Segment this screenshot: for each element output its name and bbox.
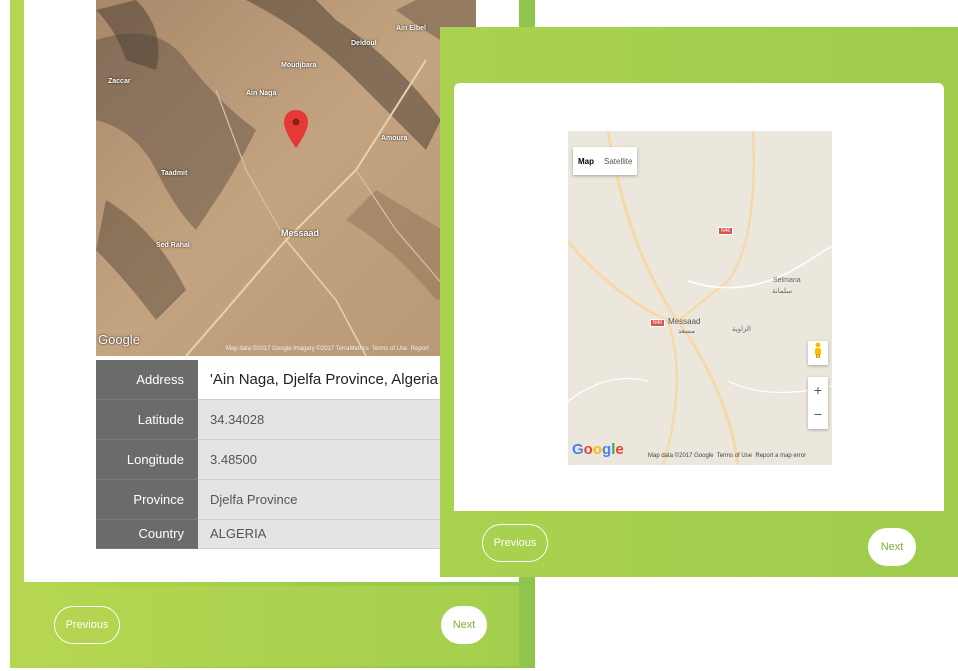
google-logo-road: Google bbox=[572, 441, 624, 458]
longitude-value: 3.48500 bbox=[198, 439, 462, 480]
sat-label-messaad: Messaad bbox=[281, 228, 320, 238]
zoom-in-button[interactable]: + bbox=[808, 377, 828, 403]
zoom-control: + − bbox=[808, 377, 828, 429]
sat-label-deldoul: Deldoul bbox=[351, 40, 377, 47]
google-logo: Google bbox=[98, 332, 140, 347]
road-terms-link[interactable]: Terms of Use bbox=[717, 453, 752, 459]
label-messaad-ar: مسعد bbox=[678, 328, 696, 335]
province-value: Djelfa Province bbox=[198, 479, 462, 520]
sat-label-zaccar: Zaccar bbox=[108, 78, 131, 85]
highway-shield-top: N46 bbox=[718, 227, 734, 235]
satellite-map[interactable]: Messaad Ain Naga Ain Elbel Amoura Taadmi… bbox=[96, 0, 476, 356]
right-panel: Map Satellite N46 N46 Messaad مسعد Selma… bbox=[440, 27, 958, 577]
terms-link[interactable]: Terms of Use bbox=[372, 346, 407, 352]
address-key: Address bbox=[96, 360, 198, 400]
satellite-terrain bbox=[96, 0, 476, 356]
highway-shield-messaad: N46 bbox=[650, 319, 666, 327]
label-messaad: Messaad bbox=[668, 317, 701, 326]
sat-label-ain-naga: Ain Naga bbox=[246, 90, 277, 97]
left-bottom-bar: Previous Next bbox=[24, 586, 519, 666]
table-row: Longitude 3.48500 bbox=[96, 439, 462, 480]
road-report-link[interactable]: Report a map error bbox=[755, 453, 806, 459]
label-zaouia-ar: الزاوية bbox=[732, 326, 751, 333]
sat-label-amoura: Amoura bbox=[381, 135, 408, 142]
zoom-out-button[interactable]: − bbox=[808, 403, 828, 429]
map-type-satellite[interactable]: Satellite bbox=[599, 157, 637, 166]
map-type-control: Map Satellite bbox=[573, 147, 638, 175]
label-selmana-ar: سلمانة bbox=[772, 288, 793, 295]
street-view-pegman[interactable] bbox=[808, 341, 828, 365]
right-panel-content: Map Satellite N46 N46 Messaad مسعد Selma… bbox=[454, 83, 944, 511]
road-map-attribution: Map data ©2017 Google Terms of Use Repor… bbox=[648, 453, 807, 459]
road-map[interactable]: Map Satellite N46 N46 Messaad مسعد Selma… bbox=[568, 131, 832, 465]
label-selmana: Selmana bbox=[773, 277, 801, 284]
pegman-icon bbox=[815, 342, 821, 358]
table-row: Province Djelfa Province bbox=[96, 479, 462, 520]
left-next-button[interactable]: Next bbox=[441, 606, 487, 644]
longitude-key: Longitude bbox=[96, 439, 198, 480]
sat-label-taadmit: Taadmit bbox=[161, 170, 188, 177]
latitude-value: 34.34028 bbox=[198, 399, 462, 440]
table-row: Latitude 34.34028 bbox=[96, 399, 462, 440]
right-previous-button[interactable]: Previous bbox=[482, 524, 548, 562]
table-row: Address 'Ain Naga, Djelfa Province, Alge… bbox=[96, 360, 462, 400]
map-type-map[interactable]: Map bbox=[573, 157, 599, 166]
latitude-key: Latitude bbox=[96, 399, 198, 440]
address-value: 'Ain Naga, Djelfa Province, Algeria bbox=[198, 360, 462, 400]
province-key: Province bbox=[96, 479, 198, 520]
map-attribution: Map data ©2017 Google Imagery ©2017 Terr… bbox=[226, 346, 429, 352]
table-row: Country ALGERIA bbox=[96, 519, 462, 549]
location-info-table: Address 'Ain Naga, Djelfa Province, Alge… bbox=[96, 360, 462, 549]
road-map-terrain bbox=[568, 131, 832, 465]
left-previous-button[interactable]: Previous bbox=[54, 606, 120, 644]
report-link[interactable]: Report bbox=[411, 346, 429, 352]
sat-label-sed-rahal: Sed Rahal bbox=[156, 242, 190, 249]
sat-label-moudjbara: Moudjbara bbox=[281, 62, 317, 69]
sat-label-ain-elbel: Ain Elbel bbox=[396, 25, 426, 32]
country-value: ALGERIA bbox=[198, 519, 462, 549]
country-key: Country bbox=[96, 519, 198, 549]
right-next-button[interactable]: Next bbox=[868, 528, 916, 566]
